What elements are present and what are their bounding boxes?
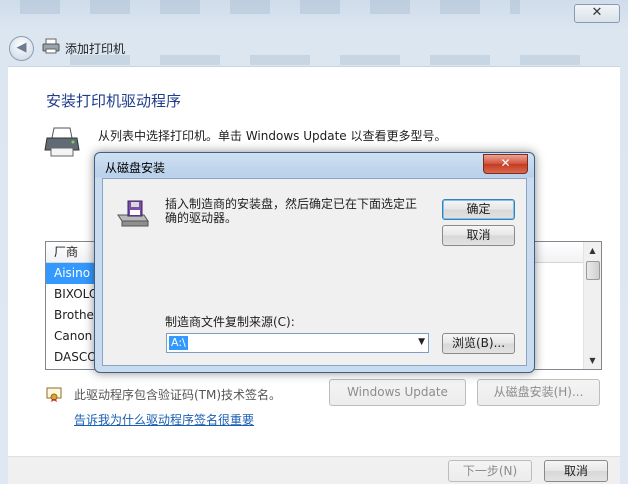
- dialog-title: 从磁盘安装: [105, 161, 166, 175]
- windows-update-button[interactable]: Windows Update: [329, 379, 466, 406]
- scroll-thumb[interactable]: [586, 261, 600, 280]
- dialog-message: 插入制造商的安装盘，然后确定已在下面选定正确的驱动器。: [165, 197, 418, 225]
- signature-help-link[interactable]: 告诉我为什么驱动程序签名很重要: [74, 411, 254, 428]
- window-close-button[interactable]: ✕: [574, 4, 620, 23]
- signature-status: 此驱动程序包含验证码(TM)技术签名。: [74, 388, 282, 402]
- printer-icon: [44, 127, 80, 157]
- source-value[interactable]: A:\: [169, 336, 188, 350]
- cancel-button[interactable]: 取消: [544, 460, 608, 482]
- page-title: 安装打印机驱动程序: [46, 92, 182, 110]
- install-from-disk-dialog: 从磁盘安装 ✕ 插入制造商的安装盘，然后确定已在下面选定正确的驱动器。 确定 取…: [94, 152, 535, 373]
- ok-button[interactable]: 确定: [442, 199, 515, 220]
- source-combobox[interactable]: A:\ ▼: [166, 333, 429, 353]
- instruction-text: 从列表中选择打印机。单击 Windows Update 以查看更多型号。: [98, 129, 447, 143]
- scroll-down-icon[interactable]: ▼: [584, 352, 601, 369]
- disk-drive-icon: [117, 200, 149, 227]
- have-disk-button[interactable]: 从磁盘安装(H)...: [477, 379, 600, 406]
- printer-icon: [42, 38, 60, 54]
- list-scrollbar[interactable]: ▲ ▼: [583, 242, 601, 369]
- back-button[interactable]: ◀: [9, 36, 34, 61]
- next-button[interactable]: 下一步(N): [448, 460, 532, 482]
- window-frame: ✕ ◀ 添加打印机 安装打印机驱动程序 从列表中选择打印机。单击 Windows…: [0, 0, 628, 484]
- title-bar-blur: [20, 0, 520, 14]
- browse-button[interactable]: 浏览(B)...: [442, 333, 515, 354]
- certificate-icon: [46, 387, 62, 402]
- chevron-down-icon[interactable]: ▼: [418, 337, 425, 347]
- source-label: 制造商文件复制来源(C):: [165, 315, 295, 329]
- list-item[interactable]: Aisino: [46, 263, 96, 284]
- dialog-cancel-button[interactable]: 取消: [442, 225, 515, 246]
- nav-blur: [70, 55, 590, 65]
- scroll-up-icon[interactable]: ▲: [584, 242, 601, 259]
- dialog-close-button[interactable]: ✕: [483, 154, 528, 174]
